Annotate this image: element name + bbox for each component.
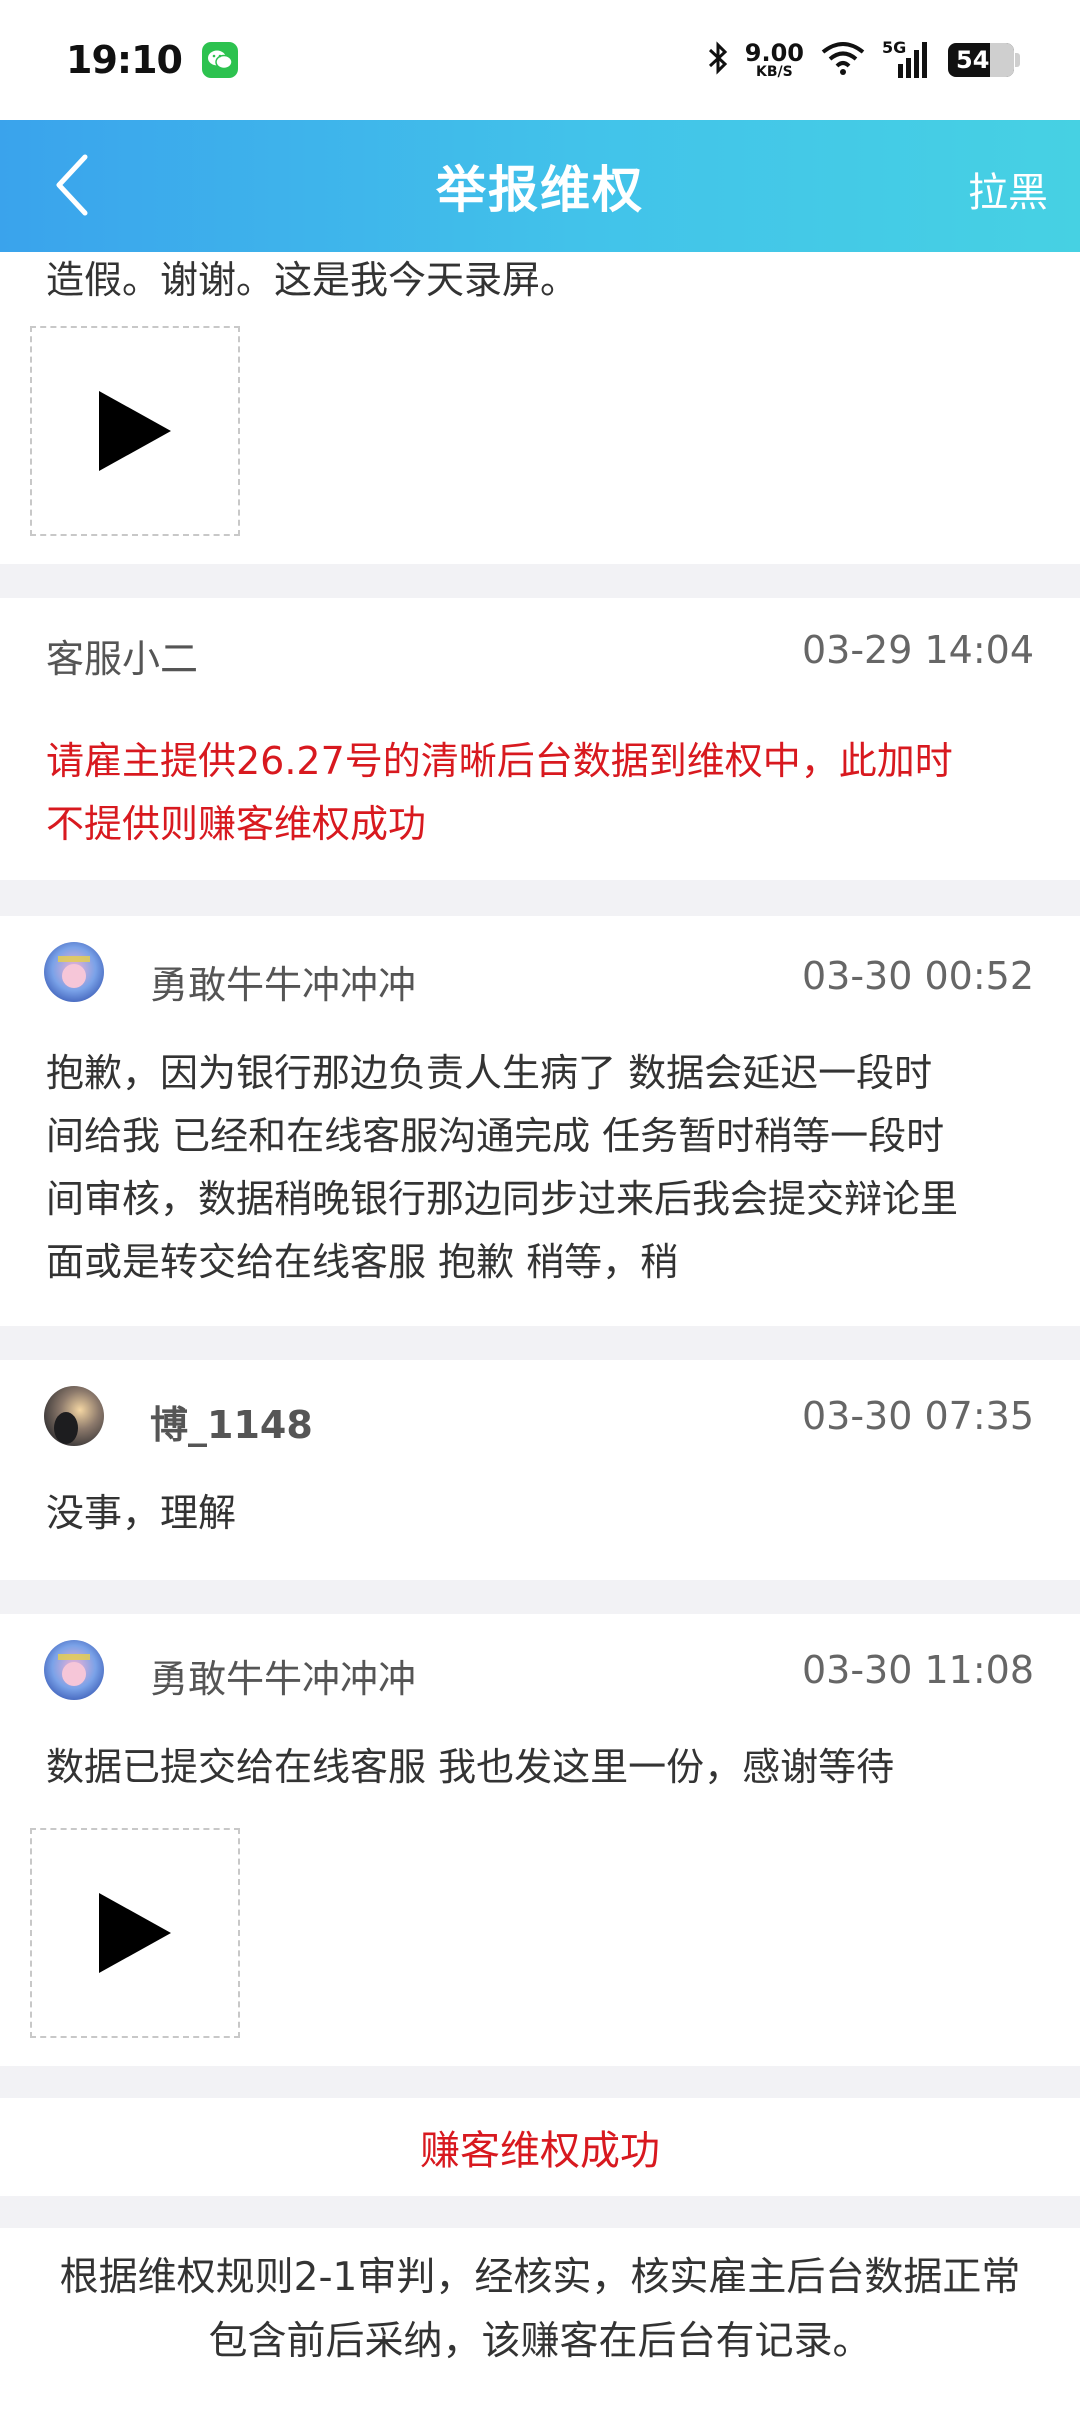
result-banner: 赚客维权成功 (0, 2098, 1080, 2196)
block-button[interactable]: 拉黑 (968, 160, 1048, 218)
message-card: 勇敢牛牛冲冲冲 03-30 00:52 抱歉，因为银行那边负责人生病了 数据会延… (0, 916, 1080, 1326)
avatar[interactable] (44, 942, 104, 1002)
result-line: 根据维权规则2-1审判，经核实，核实雇主后台数据正常 (59, 2255, 1021, 2300)
bluetooth-icon (707, 40, 729, 80)
nav-bar: 举报维权 拉黑 (0, 120, 1080, 252)
network-speed: 9.00 KB/S (745, 41, 804, 79)
message-time: 03-30 11:08 (801, 1648, 1034, 1692)
avatar[interactable] (44, 1640, 104, 1700)
message-text: 没事，理解 (46, 1491, 237, 1535)
battery-level: 54 (956, 46, 990, 74)
message-line: 抱歉，因为银行那边负责人生病了 数据会延迟一段时 (46, 1051, 933, 1095)
signal-icon: 5G (882, 38, 932, 80)
message-line: 面或是转交给在线客服 抱歉 稍等，稍 (46, 1240, 679, 1284)
result-title: 赚客维权成功 (420, 2128, 660, 2174)
play-icon (99, 391, 171, 471)
message-line: 间给我 已经和在线客服沟通完成 任务暂时稍等一段时 (46, 1114, 945, 1158)
message-time: 03-29 14:04 (801, 628, 1034, 672)
message-line: 请雇主提供26.27号的清晰后台数据到维权中，此加时 (46, 739, 953, 783)
back-button[interactable] (38, 150, 108, 220)
message-time: 03-30 00:52 (801, 954, 1034, 998)
sender-name: 博_1148 (150, 1403, 313, 1447)
chevron-left-icon (56, 154, 88, 216)
play-icon (99, 1893, 171, 1973)
message-card-partial: 造假。谢谢。这是我今天录屏。 (0, 252, 1080, 564)
message-line: 不提供则赚客维权成功 (46, 802, 427, 846)
battery-icon: 54 (948, 43, 1020, 77)
sender-name: 客服小二 (46, 637, 199, 681)
sender-name: 勇敢牛牛冲冲冲 (150, 1657, 417, 1701)
wifi-icon (820, 40, 866, 80)
result-text: 根据维权规则2-1审判，经核实，核实雇主后台数据正常 包含前后采纳，该赚客在后台… (0, 2228, 1080, 2374)
video-attachment[interactable] (30, 326, 240, 536)
message-text: 数据已提交给在线客服 我也发这里一份，感谢等待 (46, 1745, 895, 1789)
message-card: 客服小二 03-29 14:04 请雇主提供26.27号的清晰后台数据到维权中，… (0, 598, 1080, 880)
network-speed-value: 9.00 (744, 39, 804, 67)
message-text: 请雇主提供26.27号的清晰后台数据到维权中，此加时 不提供则赚客维权成功 (46, 730, 953, 856)
wechat-notification-icon (201, 42, 238, 78)
message-line: 间审核，数据稍晚银行那边同步过来后我会提交辩论里 (46, 1177, 959, 1221)
page-title: 举报维权 (436, 161, 644, 219)
result-description: 根据维权规则2-1审判，经核实，核实雇主后台数据正常 包含前后采纳，该赚客在后台… (0, 2228, 1080, 2412)
status-bar: 19:10 9.00 KB/S 5G 54 (0, 0, 1080, 120)
sender-name: 勇敢牛牛冲冲冲 (150, 963, 417, 1007)
message-card: 博_1148 03-30 07:35 没事，理解 (0, 1360, 1080, 1580)
video-attachment[interactable] (30, 1828, 240, 2038)
screen: 19:10 9.00 KB/S 5G 54 举报维权 拉黑 造假。谢谢。这是我今… (0, 0, 1080, 2412)
network-speed-unit: KB/S (756, 64, 793, 80)
message-text: 造假。谢谢。这是我今天录屏。 (46, 258, 579, 302)
message-text: 抱歉，因为银行那边负责人生病了 数据会延迟一段时 间给我 已经和在线客服沟通完成… (46, 1042, 958, 1294)
message-time: 03-30 07:35 (801, 1394, 1034, 1438)
battery-body: 54 (948, 43, 1014, 77)
status-icons: 9.00 KB/S 5G 54 (707, 38, 1020, 80)
result-line: 包含前后采纳，该赚客在后台有记录。 (208, 2319, 872, 2364)
message-card: 勇敢牛牛冲冲冲 03-30 11:08 数据已提交给在线客服 我也发这里一份，感… (0, 1614, 1080, 2066)
status-time: 19:10 (66, 38, 183, 82)
avatar[interactable] (44, 1386, 104, 1446)
